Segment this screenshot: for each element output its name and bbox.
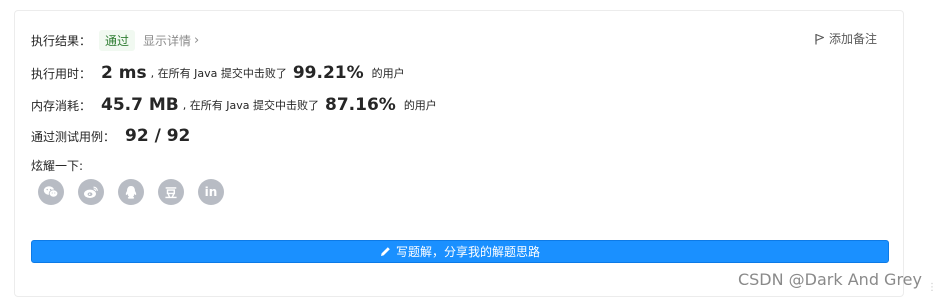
flag-icon: [815, 33, 825, 44]
chevron-right-icon: ›: [194, 32, 200, 48]
memory-value: 45.7 MB: [101, 95, 179, 115]
write-solution-button[interactable]: 写题解，分享我的解题思路: [31, 240, 889, 263]
pencil-icon: [380, 247, 390, 256]
memory-row: 内存消耗： 45.7 MB , 在所有 Java 提交中击败了 87.16% 的…: [31, 93, 437, 117]
share-icons: 豆 in: [38, 179, 238, 205]
runtime-beat-text: , 在所有 Java 提交中击败了: [150, 67, 287, 80]
runtime-suffix: 的用户: [371, 67, 405, 80]
resize-handle: ⋮: [927, 282, 937, 293]
submission-result-card: 执行结果： 通过 显示详情 › 添加备注 执行用时： 2 ms , 在所有 Ja…: [14, 10, 904, 297]
status-badge: 通过: [99, 29, 136, 51]
runtime-label: 执行用时：: [31, 66, 92, 81]
result-label: 执行结果：: [31, 33, 92, 48]
show-details-link[interactable]: 显示详情 ›: [143, 32, 199, 49]
write-solution-label: 写题解，分享我的解题思路: [395, 245, 540, 259]
add-note-button[interactable]: 添加备注: [814, 30, 877, 47]
weibo-icon[interactable]: [78, 179, 104, 205]
watermark: CSDN @Dark And Grey: [737, 270, 922, 289]
memory-label: 内存消耗：: [31, 98, 92, 113]
add-note-label: 添加备注: [828, 32, 877, 46]
linkedin-icon[interactable]: in: [198, 179, 224, 205]
result-row: 执行结果： 通过 显示详情 ›: [31, 29, 199, 51]
memory-percent: 87.16%: [325, 95, 396, 115]
share-label: 炫耀一下:: [31, 159, 84, 173]
douban-icon[interactable]: 豆: [158, 179, 184, 205]
memory-beat-text: , 在所有 Java 提交中击败了: [182, 99, 319, 112]
tests-row: 通过测试用例： 92 / 92: [31, 124, 190, 148]
wechat-icon[interactable]: [38, 179, 64, 205]
runtime-value: 2 ms: [101, 63, 147, 83]
show-details-label: 显示详情: [143, 33, 192, 48]
tests-label: 通过测试用例：: [31, 129, 116, 144]
qq-icon[interactable]: [118, 179, 144, 205]
runtime-percent: 99.21%: [292, 63, 364, 83]
memory-suffix: 的用户: [403, 99, 437, 112]
tests-value: 92 / 92: [125, 126, 191, 146]
runtime-row: 执行用时： 2 ms , 在所有 Java 提交中击败了 99.21% 的用户: [31, 61, 405, 85]
